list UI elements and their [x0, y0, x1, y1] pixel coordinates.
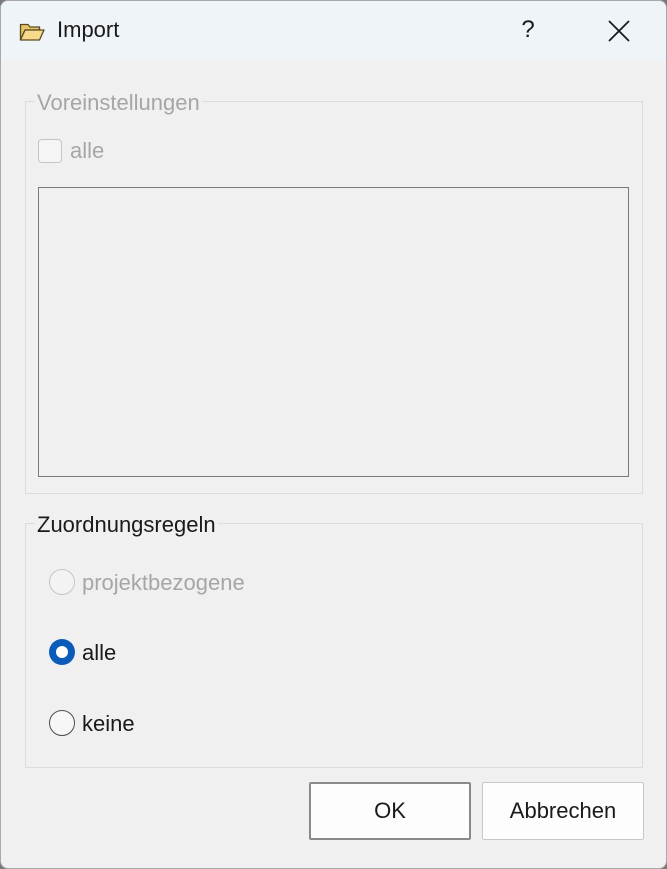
- presets-legend: Voreinstellungen: [35, 90, 202, 116]
- window-title: Import: [57, 17, 120, 42]
- rules-legend: Zuordnungsregeln: [35, 512, 218, 538]
- radio-project-related[interactable]: [49, 569, 75, 595]
- help-button[interactable]: ?: [506, 11, 550, 51]
- all-presets-label: alle: [70, 138, 105, 163]
- radio-none-label: keine: [82, 711, 135, 736]
- presets-list[interactable]: [38, 187, 629, 477]
- import-dialog: Import ? Voreinstellungen alle Zuordnung…: [0, 0, 667, 869]
- cancel-button[interactable]: Abbrechen: [482, 782, 644, 840]
- radio-all-label: alle: [82, 640, 117, 665]
- ok-button[interactable]: OK: [309, 782, 471, 840]
- radio-project-related-label: projektbezogene: [82, 570, 245, 595]
- title-bar: Import ?: [1, 1, 666, 61]
- radio-all[interactable]: [49, 639, 75, 665]
- all-presets-checkbox[interactable]: [38, 139, 62, 163]
- close-button[interactable]: [597, 11, 641, 51]
- close-icon: [608, 20, 630, 42]
- radio-none[interactable]: [49, 710, 75, 736]
- folder-open-icon: [19, 21, 45, 43]
